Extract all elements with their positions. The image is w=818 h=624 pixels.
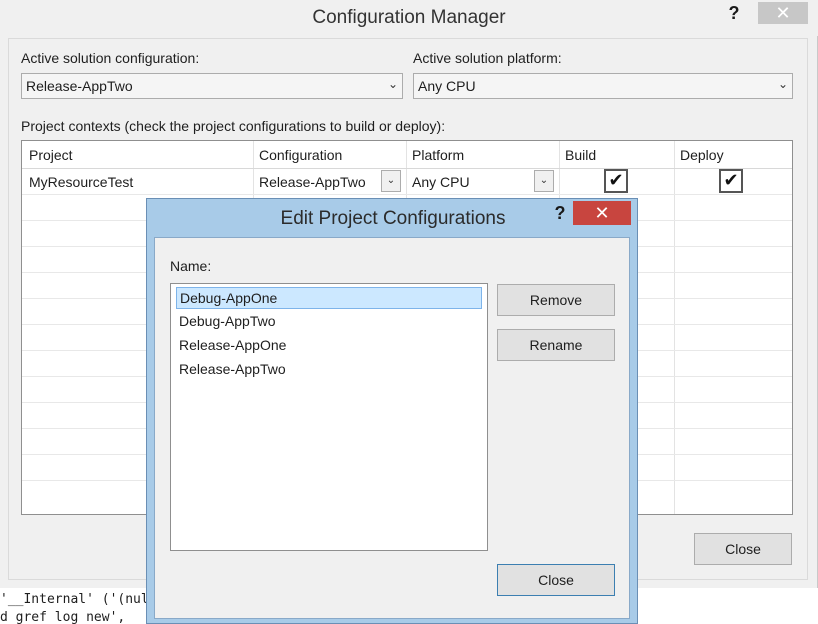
dialog-close-button[interactable]: Close — [497, 564, 615, 596]
title-bar: Configuration Manager ? ✕ — [0, 0, 818, 36]
console-line: d gref log new', — [0, 610, 126, 624]
project-contexts-label: Project contexts (check the project conf… — [21, 118, 446, 134]
remove-button[interactable]: Remove — [497, 284, 615, 316]
help-icon[interactable]: ? — [722, 3, 746, 25]
dialog-body: Name: Debug-AppOne Debug-AppTwo Release-… — [154, 237, 630, 619]
platform-cell-value: Any CPU — [412, 174, 470, 190]
deploy-checkbox[interactable]: ✔ — [719, 169, 743, 193]
platform-cell-dropdown[interactable]: Any CPU ⌄ — [408, 169, 558, 193]
chevron-down-icon[interactable]: ⌄ — [381, 170, 401, 192]
dialog-close-x-button[interactable]: ✕ — [573, 201, 631, 225]
active-platform-value: Any CPU — [418, 78, 476, 94]
chevron-down-icon[interactable]: ⌄ — [534, 170, 554, 192]
help-icon[interactable]: ? — [549, 203, 571, 227]
column-header-platform[interactable]: Platform — [412, 147, 464, 163]
column-divider — [674, 141, 675, 514]
console-line: '__Internal' ('(nul — [0, 592, 149, 607]
configuration-cell-value: Release-AppTwo — [259, 174, 366, 190]
column-header-configuration[interactable]: Configuration — [259, 147, 342, 163]
configuration-names-list[interactable]: Debug-AppOne Debug-AppTwo Release-AppOne… — [170, 283, 488, 551]
active-platform-dropdown[interactable]: Any CPU ⌄ — [413, 73, 793, 99]
active-config-dropdown[interactable]: Release-AppTwo ⌄ — [21, 73, 403, 99]
project-name-cell: MyResourceTest — [29, 174, 134, 190]
chevron-down-icon: ⌄ — [387, 77, 398, 91]
chevron-down-icon: ⌄ — [777, 77, 788, 91]
configuration-cell-dropdown[interactable]: Release-AppTwo ⌄ — [255, 169, 405, 193]
column-header-project[interactable]: Project — [29, 147, 73, 163]
list-item[interactable]: Debug-AppOne — [176, 287, 482, 309]
main-close-button[interactable]: Close — [694, 533, 792, 565]
grid-header: Project Configuration Platform Build Dep… — [22, 141, 792, 169]
active-config-label: Active solution configuration: — [21, 50, 200, 66]
window-close-button[interactable]: ✕ — [758, 2, 808, 24]
active-config-value: Release-AppTwo — [26, 78, 133, 94]
column-header-build[interactable]: Build — [565, 147, 596, 163]
edit-project-configurations-dialog: Edit Project Configurations ? ✕ Name: De… — [146, 198, 638, 624]
build-checkbox[interactable]: ✔ — [604, 169, 628, 193]
column-header-deploy[interactable]: Deploy — [680, 147, 724, 163]
name-label: Name: — [170, 258, 212, 274]
active-platform-label: Active solution platform: — [413, 50, 562, 66]
row-divider — [22, 194, 792, 195]
list-item[interactable]: Debug-AppTwo — [176, 311, 482, 333]
window-title: Configuration Manager — [312, 7, 506, 28]
list-item[interactable]: Release-AppOne — [176, 335, 482, 357]
list-item[interactable]: Release-AppTwo — [176, 359, 482, 381]
rename-button[interactable]: Rename — [497, 329, 615, 361]
